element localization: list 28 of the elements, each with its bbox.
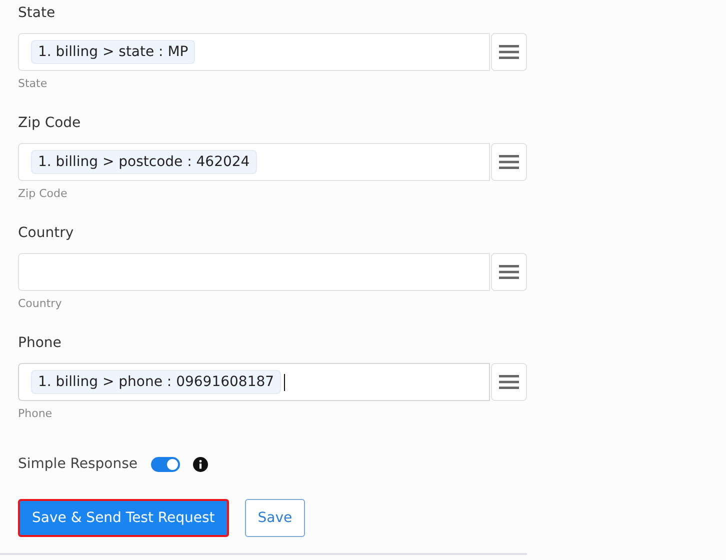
info-icon[interactable] <box>192 456 208 472</box>
field-hint: Zip Code <box>18 186 68 202</box>
input-field[interactable]: 1. billing > phone : 09691608187 <box>18 363 490 401</box>
field-hint: Phone <box>18 406 54 422</box>
field-label: Zip Code <box>18 114 82 133</box>
input-field[interactable]: 1. billing > postcode : 462024 <box>18 143 490 181</box>
input-field[interactable] <box>18 253 490 291</box>
menu-icon <box>499 265 519 279</box>
toggle-label: Simple Response <box>18 456 138 472</box>
toggle-switch[interactable] <box>150 456 180 472</box>
input-field[interactable]: 1. billing > state : MP <box>18 33 490 71</box>
save-button[interactable]: Save <box>244 499 306 537</box>
value-chip: 1. billing > phone : 09691608187 <box>31 370 282 394</box>
field-hint: State <box>18 76 48 92</box>
menu-button[interactable] <box>491 363 527 401</box>
menu-icon <box>499 375 519 389</box>
menu-button[interactable] <box>491 143 527 181</box>
field-label: Country <box>18 224 75 243</box>
menu-icon <box>499 45 519 59</box>
value-chip: 1. billing > postcode : 462024 <box>31 150 257 174</box>
field-label: State <box>18 4 56 23</box>
value-chip: 1. billing > state : MP <box>31 40 196 64</box>
menu-icon <box>499 155 519 169</box>
field-hint: Country <box>18 296 63 312</box>
field-label: Phone <box>18 334 62 353</box>
send-button[interactable]: Save & Send Test Request <box>18 499 229 537</box>
menu-button[interactable] <box>491 33 527 71</box>
menu-button[interactable] <box>491 253 527 291</box>
